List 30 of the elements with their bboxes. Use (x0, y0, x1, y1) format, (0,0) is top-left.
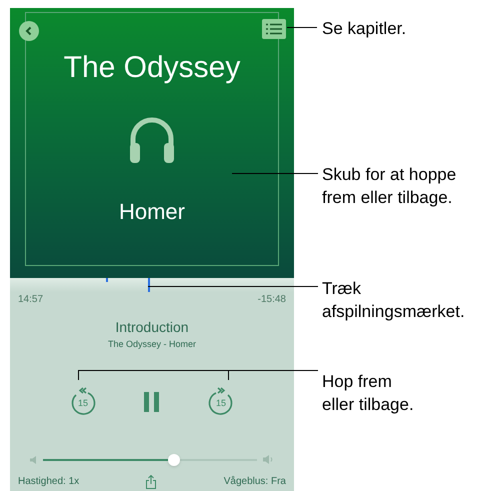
speed-button[interactable]: Hastighed: 1x (18, 474, 80, 489)
remaining-time: -15:48 (258, 293, 286, 307)
share-icon[interactable] (146, 475, 156, 489)
volume-thumb[interactable] (168, 454, 180, 466)
volume-high-icon (263, 455, 274, 464)
elapsed-time: 14:57 (18, 293, 44, 307)
volume-low-icon (30, 456, 37, 464)
chevron-left-icon (25, 26, 33, 36)
leader-line (287, 27, 317, 28)
pause-icon (144, 392, 160, 412)
track-subtitle: The Odyssey - Homer (108, 338, 196, 351)
callout-text: Skub for at hoppe frem eller tilbage. (322, 164, 456, 209)
skip-seconds-label: 15 (78, 397, 88, 410)
author-name: Homer (118, 198, 185, 226)
chapter-marker (106, 278, 108, 282)
progress-track[interactable] (10, 278, 294, 292)
callout-text: Træk afspilningsmærket. (322, 278, 465, 323)
sleep-timer-button[interactable]: Vågeblus: Fra (224, 474, 286, 489)
chapters-button[interactable] (262, 19, 286, 39)
chapter-title: Introduction (115, 318, 189, 337)
skip-seconds-label: 15 (216, 397, 226, 410)
pause-button[interactable] (142, 390, 162, 412)
book-title: The Odyssey (64, 53, 240, 83)
callout-text: Se kapitler. (322, 18, 406, 40)
playhead[interactable] (148, 278, 150, 292)
skip-forward-button[interactable]: 15 (206, 386, 236, 418)
list-icon (266, 23, 282, 35)
callout-text: Hop frem eller tilbage. (322, 371, 414, 416)
back-button[interactable] (19, 21, 39, 41)
skip-back-button[interactable]: 15 (68, 386, 98, 418)
